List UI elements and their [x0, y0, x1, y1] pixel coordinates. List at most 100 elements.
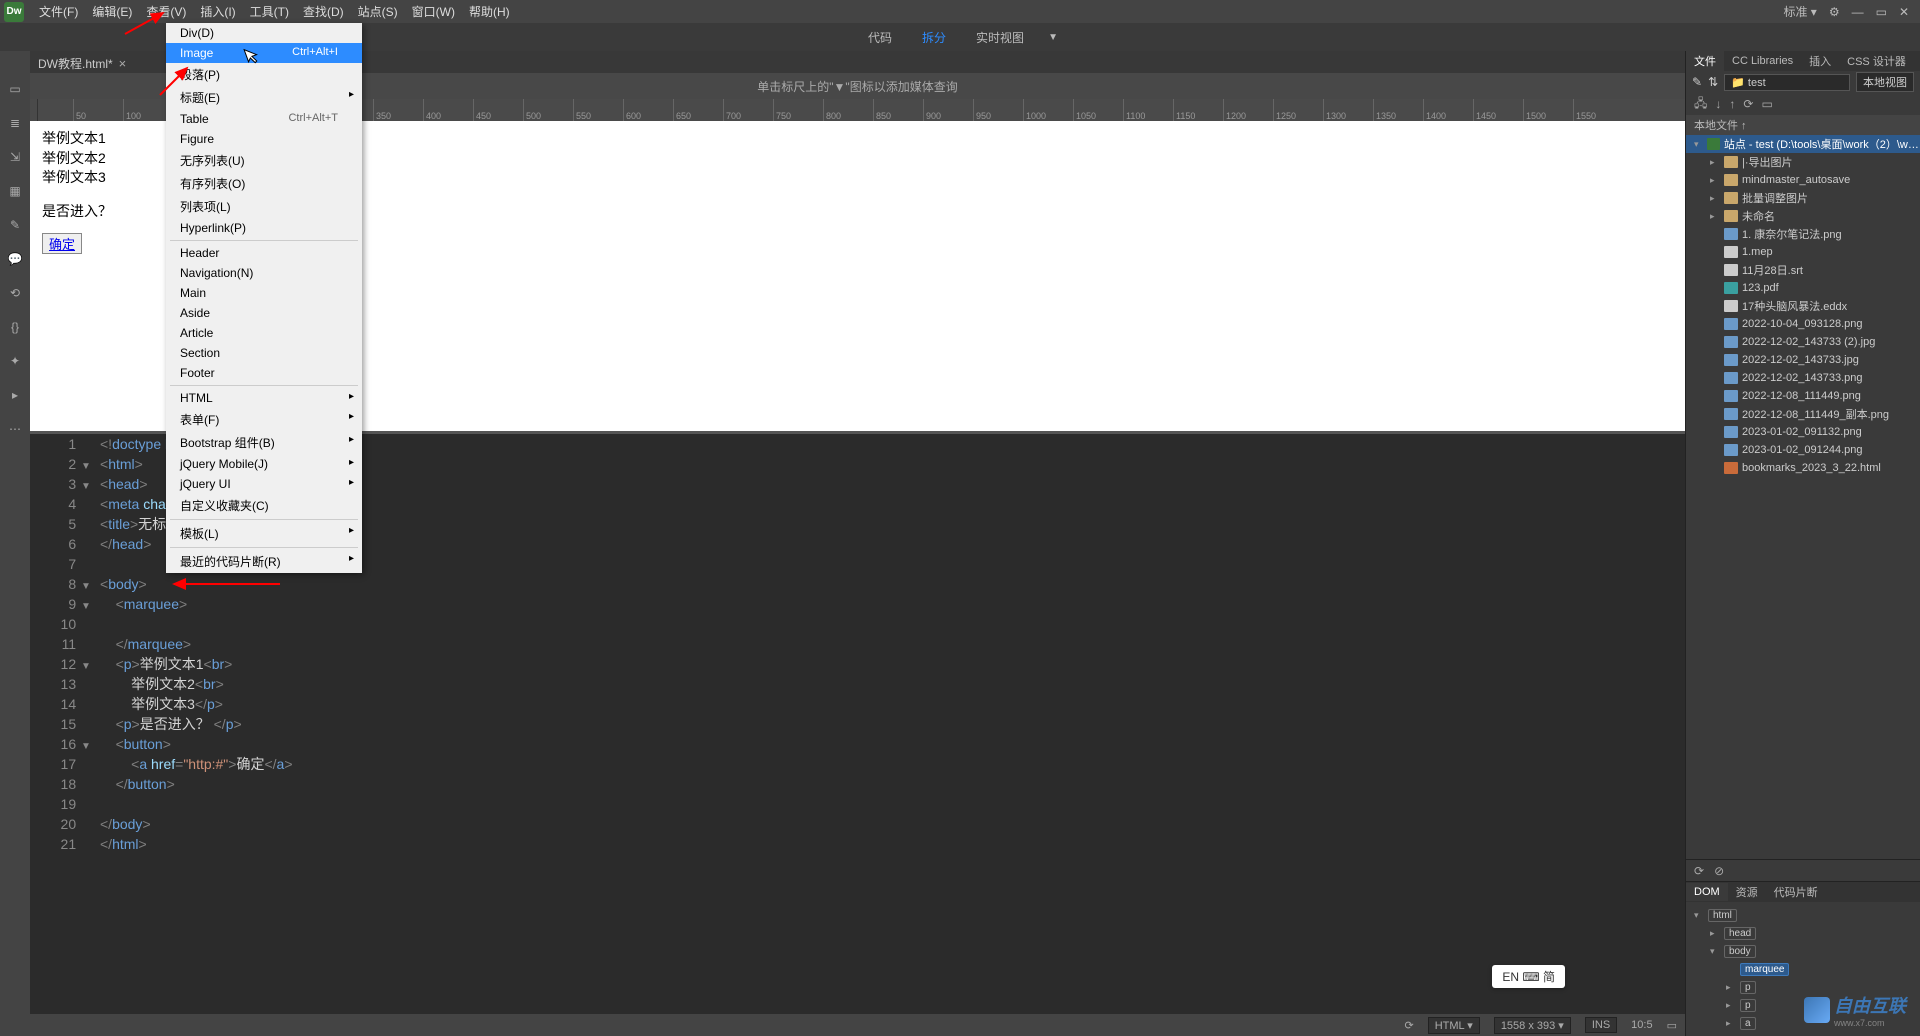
file-row[interactable]: bookmarks_2023_3_22.html — [1686, 459, 1920, 477]
site-select[interactable]: 📁 test — [1724, 74, 1850, 91]
line-number[interactable]: 4 — [30, 494, 92, 514]
file-row[interactable]: 2022-12-08_111449_副本.png — [1686, 405, 1920, 423]
line-number[interactable]: 7 — [30, 554, 92, 574]
define-sites-icon[interactable]: ✎ — [1692, 75, 1702, 89]
file-row[interactable]: 2023-01-02_091244.png — [1686, 441, 1920, 459]
file-row[interactable]: 17种头脑风暴法.eddx — [1686, 297, 1920, 315]
dropdown-item[interactable]: Navigation(N) — [166, 263, 362, 283]
menu-item[interactable]: 查看(V) — [139, 2, 193, 22]
dropdown-item[interactable]: 无序列表(U) — [166, 149, 362, 172]
line-number[interactable]: 9 ▼ — [30, 594, 92, 614]
menu-item[interactable]: 窗口(W) — [405, 2, 462, 22]
line-number[interactable]: 18 — [30, 774, 92, 794]
status-sync-icon[interactable]: ⟳ — [1404, 1019, 1413, 1032]
view-dropdown-icon[interactable]: ▼ — [1048, 32, 1058, 43]
line-number[interactable]: 8 ▼ — [30, 574, 92, 594]
dom-node[interactable]: ▸head — [1690, 924, 1916, 942]
line-number[interactable]: 14 — [30, 694, 92, 714]
dom-node[interactable]: ▾html — [1690, 906, 1916, 924]
tree-arrow-icon[interactable]: ▸ — [1726, 1000, 1736, 1011]
workspace-select[interactable]: 标准 ▾ — [1780, 0, 1819, 23]
dropdown-item[interactable]: Header — [166, 243, 362, 263]
file-row[interactable]: 2022-10-04_093128.png — [1686, 315, 1920, 333]
dropdown-item[interactable]: 段落(P) — [166, 63, 362, 86]
menu-item[interactable]: 查找(D) — [296, 2, 351, 22]
code-line[interactable]: </body> — [100, 814, 1685, 834]
dropdown-item[interactable]: 自定义收藏夹(C) — [166, 494, 362, 517]
file-tree-root[interactable]: ▾ 站点 - test (D:\tools\桌面\work（2）\work (.… — [1686, 135, 1920, 153]
dropdown-item[interactable]: 最近的代码片断(R) — [166, 550, 362, 573]
file-row[interactable]: 123.pdf — [1686, 279, 1920, 297]
dropdown-item[interactable]: 列表项(L) — [166, 195, 362, 218]
dom-node[interactable]: ▾body — [1690, 942, 1916, 960]
code-line[interactable]: 举例文本3</p> — [100, 694, 1685, 714]
line-number[interactable]: 20 — [30, 814, 92, 834]
code-line[interactable] — [100, 614, 1685, 634]
line-number[interactable]: 2 ▼ — [30, 454, 92, 474]
line-number[interactable]: 15 — [30, 714, 92, 734]
dropdown-item[interactable]: Bootstrap 组件(B) — [166, 431, 362, 454]
line-number[interactable]: 19 — [30, 794, 92, 814]
dropdown-item[interactable]: 标题(E) — [166, 86, 362, 109]
line-number[interactable]: 21 — [30, 834, 92, 854]
log-icon[interactable]: ⊘ — [1714, 864, 1724, 878]
tree-arrow-icon[interactable]: ▸ — [1726, 1018, 1736, 1029]
status-dimensions[interactable]: 1558 x 393 ▾ — [1494, 1017, 1571, 1034]
dropdown-item[interactable]: Aside — [166, 303, 362, 323]
panel-tab[interactable]: 插入 — [1801, 50, 1839, 72]
file-row[interactable]: 2022-12-02_143733.jpg — [1686, 351, 1920, 369]
dom-tab[interactable]: DOM — [1686, 883, 1728, 901]
dropdown-item[interactable]: Hyperlink(P) — [166, 218, 362, 238]
tool-paint-icon[interactable]: ✎ — [5, 215, 25, 235]
code-line[interactable]: </marquee> — [100, 634, 1685, 654]
line-number[interactable]: 6 — [30, 534, 92, 554]
refresh-icon[interactable]: ⟳ — [1694, 864, 1704, 878]
tree-arrow-icon[interactable]: ▾ — [1694, 910, 1704, 921]
tool-wrap-icon[interactable]: ⟲ — [5, 283, 25, 303]
dropdown-item[interactable]: Footer — [166, 363, 362, 383]
line-number[interactable]: 16 ▼ — [30, 734, 92, 754]
panel-tab[interactable]: CC Libraries — [1724, 52, 1801, 70]
tool-file-icon[interactable]: ▭ — [5, 79, 25, 99]
maximize-icon[interactable]: ▭ — [1873, 2, 1890, 22]
put-icon[interactable]: ↑ — [1729, 97, 1735, 111]
sync-icon[interactable]: ⚙ — [1826, 2, 1843, 22]
line-number[interactable]: 12 ▼ — [30, 654, 92, 674]
file-row[interactable]: ▸批量调整图片 — [1686, 189, 1920, 207]
file-row[interactable]: 11月28日.srt — [1686, 261, 1920, 279]
view-split[interactable]: 拆分 — [916, 25, 952, 50]
tool-align-icon[interactable]: ▦ — [5, 181, 25, 201]
menu-item[interactable]: 文件(F) — [32, 2, 85, 22]
design-button[interactable]: 确定 — [42, 233, 82, 254]
menu-item[interactable]: 站点(S) — [351, 2, 405, 22]
menu-item[interactable]: 帮助(H) — [462, 2, 517, 22]
sync-files-icon[interactable]: ⟳ — [1743, 97, 1753, 111]
file-row[interactable]: 1. 康奈尔笔记法.png — [1686, 225, 1920, 243]
line-number[interactable]: 10 — [30, 614, 92, 634]
dropdown-item[interactable]: ImageCtrl+Alt+I — [166, 43, 362, 63]
line-number[interactable]: 17 — [30, 754, 92, 774]
file-row[interactable]: ▸|·导出图片 — [1686, 153, 1920, 171]
dropdown-item[interactable]: Section — [166, 343, 362, 363]
dropdown-item[interactable]: jQuery UI — [166, 474, 362, 494]
get-icon[interactable]: ↓ — [1715, 97, 1721, 111]
ftp-icon[interactable]: ⇅ — [1708, 75, 1718, 89]
file-row[interactable]: 2022-12-02_143733.png — [1686, 369, 1920, 387]
tool-format-icon[interactable]: {} — [5, 317, 25, 337]
view-select[interactable]: 本地视图 — [1856, 72, 1914, 92]
code-line[interactable]: </button> — [100, 774, 1685, 794]
dropdown-item[interactable]: 模板(L) — [166, 522, 362, 545]
code-line[interactable]: </html> — [100, 834, 1685, 854]
tool-comment-icon[interactable]: 💬 — [5, 249, 25, 269]
menu-item[interactable]: 插入(I) — [193, 2, 242, 22]
panel-tab[interactable]: 文件 — [1686, 50, 1724, 72]
view-code[interactable]: 代码 — [862, 25, 898, 50]
line-number[interactable]: 3 ▼ — [30, 474, 92, 494]
minimize-icon[interactable]: — — [1849, 2, 1867, 22]
connect-icon[interactable]: 🖧 — [1694, 94, 1707, 115]
file-row[interactable]: 1.mep — [1686, 243, 1920, 261]
dropdown-item[interactable]: 表单(F) — [166, 408, 362, 431]
file-row[interactable]: ▸未命名 — [1686, 207, 1920, 225]
tool-star-icon[interactable]: ✦ — [5, 351, 25, 371]
tree-arrow-icon[interactable]: ▸ — [1710, 928, 1720, 939]
